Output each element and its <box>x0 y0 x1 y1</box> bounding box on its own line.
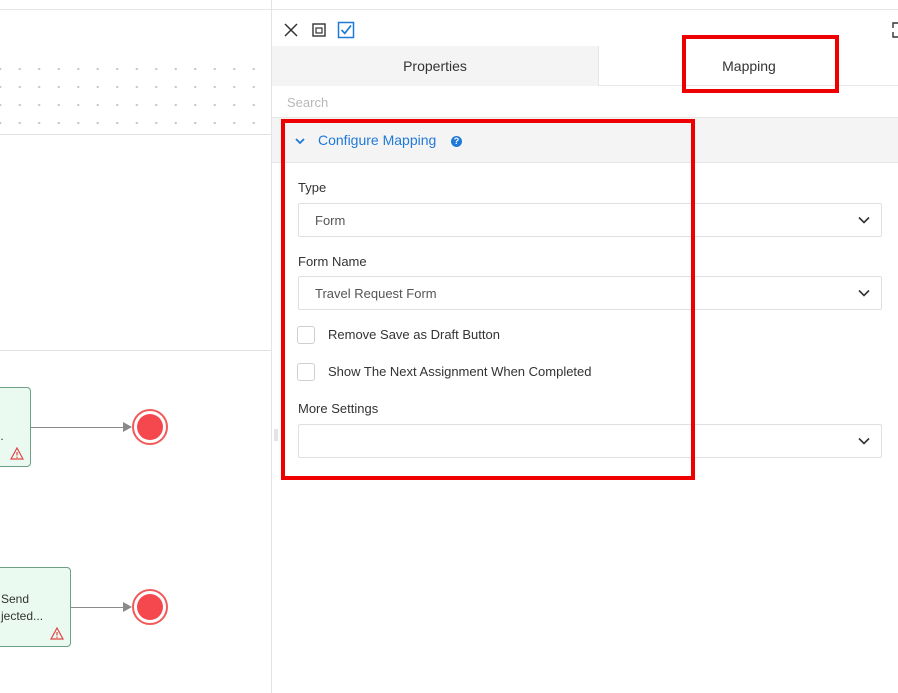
more-settings-select[interactable] <box>298 424 882 458</box>
expand-icon[interactable] <box>891 21 898 39</box>
task-label: .. <box>0 429 4 443</box>
task-label: Send <box>1 592 30 606</box>
show-next-label: Show The Next Assignment When Completed <box>328 364 592 379</box>
sequence-flow <box>31 427 124 428</box>
form-name-value: Travel Request Form <box>315 286 437 301</box>
properties-panel: Properties Mapping Configure Mapping ? T… <box>271 0 898 693</box>
tab-properties[interactable]: Properties <box>272 46 599 86</box>
type-label: Type <box>298 180 327 195</box>
remove-draft-label: Remove Save as Draft Button <box>328 327 500 342</box>
swimlane-divider <box>0 350 271 351</box>
chevron-down-icon <box>295 138 305 145</box>
warning-icon <box>50 627 64 640</box>
panel-toolbar <box>272 9 898 47</box>
panel-tabs: Properties Mapping <box>272 46 898 86</box>
process-canvas[interactable]: .. Send jected... <box>0 0 271 693</box>
task-node[interactable]: .. <box>0 387 31 467</box>
flow-arrowhead <box>123 602 132 612</box>
type-select[interactable]: Form <box>298 203 882 237</box>
end-event[interactable] <box>132 409 168 445</box>
chevron-down-icon <box>858 437 870 445</box>
type-value: Form <box>315 213 346 228</box>
swimlane-divider <box>0 134 271 135</box>
window-icon[interactable] <box>310 21 328 39</box>
form-name-label: Form Name <box>298 254 367 269</box>
flow-arrowhead <box>123 422 132 432</box>
section-title: Configure Mapping <box>318 132 437 148</box>
canvas-dot-grid <box>0 60 271 132</box>
sequence-flow <box>71 607 124 608</box>
chevron-down-icon <box>858 289 870 297</box>
more-settings-label: More Settings <box>298 401 379 416</box>
configure-mapping-header[interactable]: Configure Mapping ? <box>272 117 898 163</box>
tab-mapping[interactable]: Mapping <box>599 46 898 86</box>
help-icon[interactable]: ? <box>451 136 462 147</box>
chevron-down-icon <box>858 216 870 224</box>
warning-icon <box>10 447 24 460</box>
task-label: jected... <box>1 609 44 623</box>
search-input[interactable] <box>287 92 877 112</box>
app-root: .. Send jected... <box>0 0 898 693</box>
canvas-top-border <box>0 9 271 10</box>
show-next-checkbox[interactable] <box>297 363 315 381</box>
remove-draft-checkbox[interactable] <box>297 326 315 344</box>
resize-handle-icon[interactable] <box>274 429 278 441</box>
close-icon[interactable] <box>282 21 300 39</box>
checkbox-checked-icon[interactable] <box>337 21 355 39</box>
task-node[interactable]: Send jected... <box>0 567 71 647</box>
end-event[interactable] <box>132 589 168 625</box>
form-name-select[interactable]: Travel Request Form <box>298 276 882 310</box>
